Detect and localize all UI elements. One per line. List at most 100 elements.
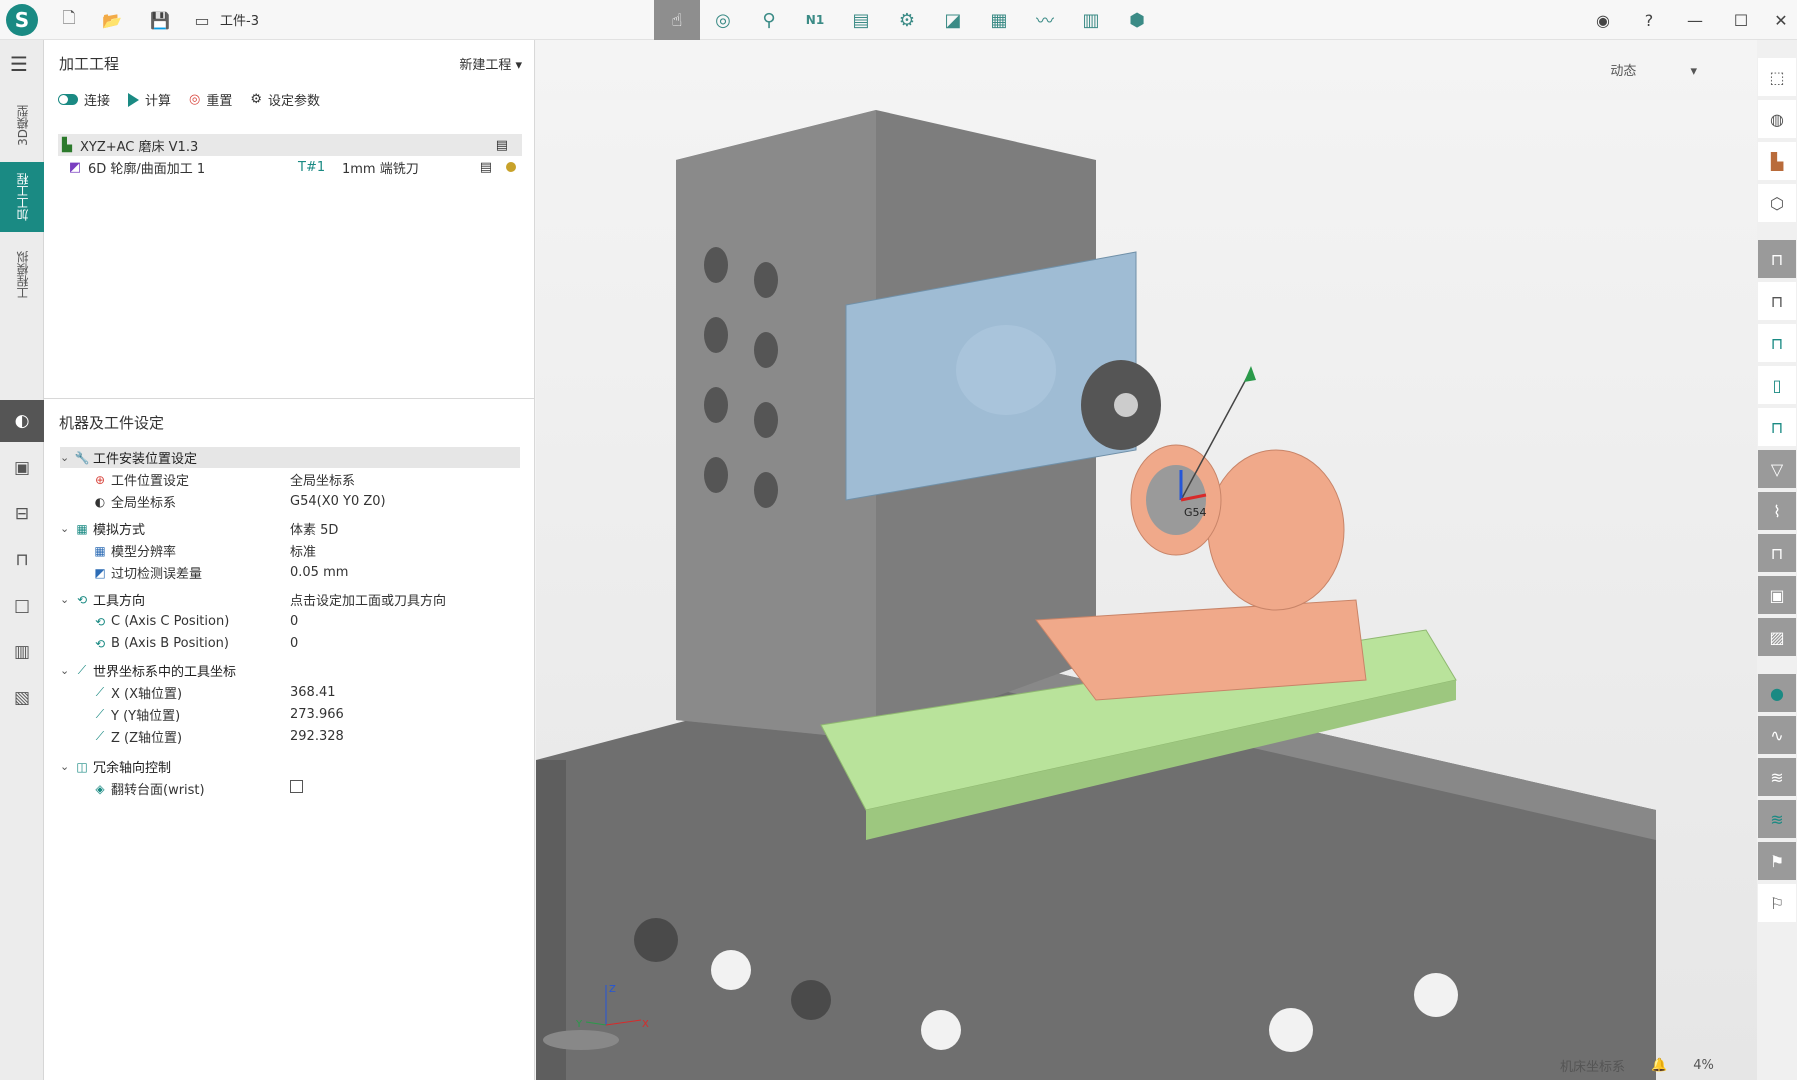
prop-redundant-axis[interactable]: ⌄ ◫ 冗余轴向控制 (60, 756, 520, 777)
fixture-icon[interactable]: ⚲ (746, 0, 792, 40)
box-icon[interactable]: □ (8, 592, 36, 620)
prop-value[interactable]: 0.05 mm (288, 565, 520, 580)
prop-value[interactable]: 0 (288, 636, 520, 651)
machine-settings-icon[interactable]: ◐ (0, 400, 44, 442)
prop-value[interactable]: 标准 (288, 541, 520, 560)
tab-machining-project[interactable]: 加工工程 (0, 162, 44, 232)
prop-value[interactable]: 292.328 (288, 729, 520, 744)
stock-view-icon[interactable]: ▙ (1758, 142, 1796, 180)
surface-teal-icon[interactable]: ≋ (1758, 800, 1796, 838)
flag-outline-icon[interactable]: ⚐ (1758, 884, 1796, 922)
prop-resolution[interactable]: ▦ 模型分辨率 标准 (60, 540, 520, 561)
tool-type-5-icon[interactable]: ⊓ (1758, 408, 1796, 446)
reset-label: 重置 (206, 94, 233, 109)
help-button[interactable]: ? (1632, 6, 1666, 34)
flag-icon[interactable]: ⚑ (1758, 842, 1796, 880)
tool-type-9-icon[interactable]: ▣ (1758, 576, 1796, 614)
cube-icon[interactable]: ⬡ (1758, 184, 1796, 222)
connect-button[interactable]: 连接 (58, 90, 110, 109)
prop-x[interactable]: ⟋ X (X轴位置) 368.41 (60, 682, 520, 703)
prop-value[interactable]: 273.966 (288, 707, 520, 722)
maximize-icon[interactable]: ☐ (1724, 6, 1758, 34)
machine-panel-icon[interactable]: ▦ (976, 0, 1022, 40)
new-project-dropdown[interactable]: 新建工程 ▾ (459, 54, 522, 73)
tree-item-machine[interactable]: ▙ XYZ+AC 磨床 V1.3 ▤ (58, 134, 522, 156)
prop-workpiece-position[interactable]: ⊕ 工件位置设定 全局坐标系 (60, 469, 520, 490)
machine-model: G54 Z X Y (536, 110, 1656, 1080)
3d-viewport[interactable]: 动态 ▾ G54 Z X Y (536, 40, 1757, 1080)
shapes-icon[interactable]: ◪ (930, 0, 976, 40)
tool-type-2-icon[interactable]: ⊓ (1758, 282, 1796, 320)
menu-icon[interactable]: ☰ (10, 52, 28, 76)
tool-type-6-icon[interactable]: ▽ (1758, 450, 1796, 488)
bell-icon[interactable]: 🔔 (1651, 1058, 1667, 1073)
prop-tool-direction[interactable]: ⌄ ⟲ 工具方向 点击设定加工面或刀具方向 (60, 589, 520, 610)
pointer-icon[interactable]: ☝ (654, 0, 700, 40)
chevron-down-icon[interactable]: ⌄ (60, 760, 74, 773)
panel-divider (44, 398, 535, 399)
tool-type-4-icon[interactable]: ▯ (1758, 366, 1796, 404)
coordinate-system-status[interactable]: 机床坐标系 (1560, 1056, 1625, 1075)
prop-value[interactable]: 体素 5D (288, 519, 520, 538)
package-icon[interactable]: ⬢ (1114, 0, 1160, 40)
tree-item-operation[interactable]: ◩ 6D 轮廓/曲面加工 1 T#1 1mm 端铣刀 ▤ (58, 156, 522, 178)
prop-value[interactable]: 368.41 (288, 685, 520, 700)
report-icon[interactable]: ▧ (8, 684, 36, 712)
minimize-icon[interactable]: — (1678, 6, 1712, 34)
fixture-rail-icon[interactable]: ⊟ (8, 500, 36, 528)
tab-3d-model[interactable]: 3D模型 (0, 90, 44, 160)
prop-value[interactable]: 0 (288, 614, 520, 629)
note-icon[interactable]: ▤ (496, 138, 508, 153)
prop-tolerance[interactable]: ◩ 过切检测误差量 0.05 mm (60, 562, 520, 583)
library-icon[interactable]: ▥ (8, 638, 36, 666)
user-avatar-icon[interactable]: ◉ (1586, 6, 1620, 34)
prop-value[interactable]: 点击设定加工面或刀具方向 (288, 590, 520, 609)
reset-button[interactable]: ◎ 重置 (189, 90, 232, 109)
compute-button[interactable]: 计算 (128, 90, 171, 109)
base-hole (634, 918, 678, 962)
camera-tool-icon[interactable]: ◎ (700, 0, 746, 40)
chevron-down-icon[interactable]: ⌄ (60, 664, 74, 677)
tab-simulation[interactable]: 工程模拟 (0, 240, 44, 310)
prop-z[interactable]: ⟋ Z (Z轴位置) 292.328 (60, 726, 520, 747)
multi-tool-icon[interactable]: ⚙ (884, 0, 930, 40)
base-hole (921, 1010, 961, 1050)
tool-type-7-icon[interactable]: ⌇ (1758, 492, 1796, 530)
fit-view-icon[interactable]: ⬚ (1758, 58, 1796, 96)
chart-report-icon[interactable]: ▤ (838, 0, 884, 40)
surface-icon[interactable]: ≋ (1758, 758, 1796, 796)
chevron-down-icon[interactable]: ⌄ (60, 593, 74, 606)
save-icon[interactable]: 💾 (146, 6, 174, 34)
prop-y[interactable]: ⟋ Y (Y轴位置) 273.966 (60, 704, 520, 725)
chevron-down-icon[interactable]: ⌄ (60, 451, 74, 464)
view-mode-dropdown[interactable]: 动态 ▾ (1610, 60, 1697, 79)
settings-button[interactable]: ⚙ 设定参数 (250, 90, 320, 109)
prop-value[interactable]: G54(X0 Y0 Z0) (288, 494, 520, 509)
tool-type-8-icon[interactable]: ⊓ (1758, 534, 1796, 572)
tool-type-1-icon[interactable]: ⊓ (1758, 240, 1796, 278)
new-file-icon[interactable]: 🗋 (55, 6, 83, 34)
wrist-checkbox[interactable] (290, 780, 303, 793)
open-folder-icon[interactable]: 📂 (98, 6, 126, 34)
nc-program-icon[interactable]: N1 (792, 0, 838, 40)
prop-world-coord[interactable]: ⌄ ⟋ 世界坐标系中的工具坐标 (60, 660, 520, 681)
curve-icon[interactable]: ∿ (1758, 716, 1796, 754)
prop-axis-b[interactable]: ⟲ B (Axis B Position) 0 (60, 633, 520, 654)
holder-icon[interactable]: ⊓ (8, 546, 36, 574)
prop-value[interactable]: 全局坐标系 (288, 470, 520, 489)
stock-icon[interactable]: ▣ (8, 454, 36, 482)
point-icon[interactable]: ● (1758, 674, 1796, 712)
close-icon[interactable]: ✕ (1764, 6, 1797, 34)
prop-install-section[interactable]: ⌄ 🔧 工件安装位置设定 (60, 447, 520, 468)
note-icon[interactable]: ▤ (480, 160, 492, 175)
tool-type-3-icon[interactable]: ⊓ (1758, 324, 1796, 362)
prop-wrist[interactable]: ◈ 翻转台面(wrist) (60, 778, 520, 799)
prop-axis-c[interactable]: ⟲ C (Axis C Position) 0 (60, 611, 520, 632)
prop-sim-mode[interactable]: ⌄ ▦ 模拟方式 体素 5D (60, 518, 520, 539)
print-icon[interactable]: ▥ (1068, 0, 1114, 40)
hatch-icon[interactable]: ▨ (1758, 618, 1796, 656)
sphere-icon[interactable]: ◍ (1758, 100, 1796, 138)
graph-icon[interactable]: 〰 (1022, 0, 1068, 40)
chevron-down-icon[interactable]: ⌄ (60, 522, 74, 535)
prop-global-coord[interactable]: ◐ 全局坐标系 G54(X0 Y0 Z0) (60, 491, 520, 512)
